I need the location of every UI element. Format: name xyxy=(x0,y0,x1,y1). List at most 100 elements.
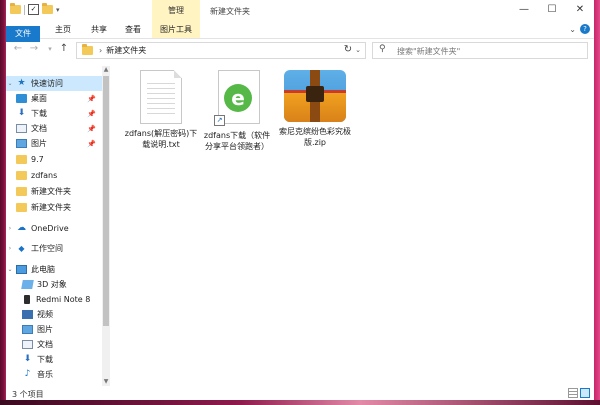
file-name: zdfans下载（软件分享平台领跑者） xyxy=(203,131,271,151)
nav-label: 桌面 xyxy=(31,94,47,103)
nav-label: 新建文件夹 xyxy=(31,187,71,196)
nav-label: 文档 xyxy=(37,340,53,349)
quick-access-toolbar: ✓ ▾ xyxy=(10,3,60,15)
expand-ribbon-icon[interactable]: ⌄ xyxy=(569,25,576,34)
nav-item-pc-documents[interactable]: 文档 xyxy=(6,337,104,352)
chevron-right-icon[interactable]: › xyxy=(6,225,14,232)
nav-quick-access[interactable]: ⌄ ★ 快速访问 xyxy=(6,76,102,91)
file-item-shortcut[interactable]: e ↗ zdfans下载（软件分享平台领跑者） xyxy=(200,70,274,152)
back-icon[interactable]: ← xyxy=(12,43,24,54)
nav-item-new-folder-2[interactable]: 新建文件夹 xyxy=(6,200,102,215)
nav-workspace[interactable]: › ◆ 工作空间 xyxy=(6,241,102,256)
file-name: 索尼克缤纷色彩究极版.zip xyxy=(279,127,351,147)
nav-item-desktop[interactable]: 桌面 📌 xyxy=(6,91,102,106)
nav-label: Redmi Note 8 xyxy=(36,295,91,304)
nav-item-music[interactable]: ♪ 音乐 xyxy=(6,367,104,382)
nav-label: 视频 xyxy=(37,310,53,319)
nav-item-videos[interactable]: 视频 xyxy=(6,307,104,322)
recent-locations-icon[interactable]: ▾ xyxy=(44,45,56,53)
tab-view[interactable]: 查看 xyxy=(120,22,146,38)
window-title: 新建文件夹 xyxy=(210,7,250,16)
nav-onedrive[interactable]: › ☁ OneDrive xyxy=(6,221,102,236)
nav-item-downloads[interactable]: ⬇ 下载 📌 xyxy=(6,106,102,121)
folder-icon xyxy=(82,44,93,55)
nav-item-pc-downloads[interactable]: ⬇ 下载 xyxy=(6,352,104,367)
nav-this-pc[interactable]: ⌄ 此电脑 xyxy=(6,262,102,277)
status-bar: 3 个项目 xyxy=(6,386,594,400)
help-icon[interactable]: ? xyxy=(580,24,590,34)
address-dropdown-icon[interactable]: ⌄ xyxy=(355,46,361,54)
tab-home[interactable]: 主页 xyxy=(50,22,76,38)
search-input[interactable]: 搜索"新建文件夹" xyxy=(397,46,460,57)
document-icon xyxy=(22,340,33,349)
nav-label: 音乐 xyxy=(37,370,53,379)
manage-tab[interactable]: 管理 xyxy=(152,0,200,22)
nav-label: 下载 xyxy=(37,355,53,364)
nav-label: 快速访问 xyxy=(31,79,63,88)
tab-share[interactable]: 共享 xyxy=(86,22,112,38)
cube-icon xyxy=(21,280,34,289)
pin-icon: 📌 xyxy=(87,109,96,118)
nav-item-pictures[interactable]: 图片 📌 xyxy=(6,136,102,151)
nav-label: OneDrive xyxy=(31,224,69,233)
breadcrumb-current[interactable]: 新建文件夹 xyxy=(106,45,146,56)
nav-item-pc-pictures[interactable]: 图片 xyxy=(6,322,104,337)
nav-label: 9.7 xyxy=(31,155,44,164)
scroll-up-icon[interactable]: ▲ xyxy=(102,66,110,74)
chevron-down-icon[interactable]: ⌄ xyxy=(6,266,14,273)
nav-label: 此电脑 xyxy=(31,265,55,274)
scroll-down-icon[interactable]: ▼ xyxy=(102,378,110,386)
scrollbar-thumb[interactable] xyxy=(103,76,109,326)
download-icon: ⬇ xyxy=(17,108,26,118)
folder-icon xyxy=(16,187,27,196)
nav-label: 图片 xyxy=(31,139,47,148)
refresh-icon[interactable]: ↻ xyxy=(342,44,354,55)
phone-icon xyxy=(24,295,30,304)
nav-item-documents[interactable]: 文档 📌 xyxy=(6,121,102,136)
nav-item-folder-9-7[interactable]: 9.7 xyxy=(6,152,102,167)
properties-icon[interactable]: ✓ xyxy=(28,4,39,15)
file-item-zip[interactable]: 索尼克缤纷色彩究极版.zip xyxy=(278,70,352,148)
details-view-icon[interactable] xyxy=(568,388,578,398)
folder-icon xyxy=(16,171,27,180)
nav-item-new-folder-1[interactable]: 新建文件夹 xyxy=(6,184,102,199)
picture-icon xyxy=(16,139,27,148)
up-icon[interactable]: ↑ xyxy=(58,43,70,54)
minimize-button[interactable]: — xyxy=(510,0,538,20)
customize-toolbar-icon[interactable]: ▾ xyxy=(56,6,60,14)
file-item-txt[interactable]: zdfans(解压密码)下载说明.txt xyxy=(124,70,198,150)
chevron-down-icon[interactable]: ⌄ xyxy=(6,80,14,87)
tab-picture-tools[interactable]: 图片工具 xyxy=(152,22,200,38)
pin-icon: 📌 xyxy=(87,124,96,133)
shortcut-file-icon: e ↗ xyxy=(214,70,260,126)
maximize-button[interactable]: ☐ xyxy=(538,0,566,20)
folder-icon xyxy=(10,3,21,14)
file-list: zdfans(解压密码)下载说明.txt e ↗ zdfans下载（软件分享平台… xyxy=(110,66,594,386)
forward-icon[interactable]: → xyxy=(28,43,40,54)
new-folder-icon[interactable] xyxy=(42,3,53,14)
nav-label: 工作空间 xyxy=(31,244,63,253)
nav-label: 文档 xyxy=(31,124,47,133)
nav-label: 3D 对象 xyxy=(37,280,67,289)
address-row: ← → ▾ ↑ › 新建文件夹 ⌄ ↻ ⚲ 搜索"新建文件夹" xyxy=(6,39,594,61)
item-count: 3 个项目 xyxy=(12,390,44,399)
cloud-icon: ☁ xyxy=(17,223,26,233)
nav-scrollbar[interactable]: ▲ ▼ xyxy=(102,66,110,386)
breadcrumb-separator-icon[interactable]: › xyxy=(99,46,102,55)
shortcut-arrow-icon: ↗ xyxy=(214,115,225,126)
nav-item-zdfans[interactable]: zdfans xyxy=(6,168,102,183)
chevron-right-icon[interactable]: › xyxy=(6,245,14,252)
large-icons-view-icon[interactable] xyxy=(580,388,590,398)
nav-item-3d-objects[interactable]: 3D 对象 xyxy=(6,277,104,292)
zip-archive-icon xyxy=(284,70,346,122)
navigation-pane: ⌄ ★ 快速访问 桌面 📌 ⬇ 下载 📌 文档 📌 图片 📌 9.7 zdfan… xyxy=(6,66,104,386)
nav-item-phone[interactable]: Redmi Note 8 xyxy=(6,292,104,307)
close-button[interactable]: ✕ xyxy=(566,0,594,20)
nav-label: 新建文件夹 xyxy=(31,203,71,212)
star-icon: ★ xyxy=(17,78,26,88)
address-bar[interactable]: › 新建文件夹 ⌄ xyxy=(76,42,366,59)
file-name: zdfans(解压密码)下载说明.txt xyxy=(124,129,198,149)
search-box[interactable]: ⚲ 搜索"新建文件夹" xyxy=(372,42,588,59)
download-icon: ⬇ xyxy=(23,354,32,364)
pin-icon: 📌 xyxy=(87,94,96,103)
